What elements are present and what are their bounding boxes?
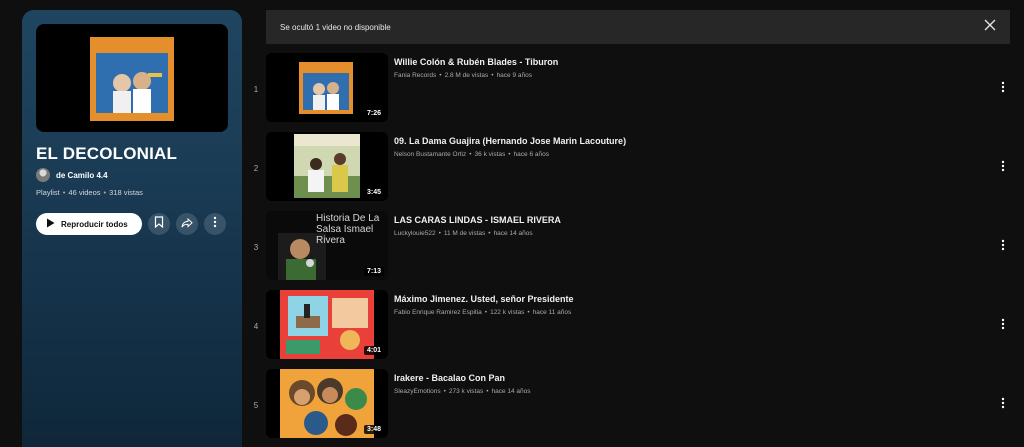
playlist-video-list: 1 7:26 Willie Colón & Rubén Blades - Tib… — [246, 53, 1016, 447]
playlist-owner[interactable]: de Camilo 4.4 — [36, 168, 108, 182]
channel-name[interactable]: Fabio Enrique Ramirez Espitia — [394, 309, 482, 316]
more-vertical-icon — [1001, 396, 1005, 414]
more-vertical-icon — [1001, 238, 1005, 256]
video-index: 2 — [253, 164, 259, 173]
upload-age: hace 14 años — [491, 388, 531, 395]
save-playlist-button[interactable] — [147, 213, 170, 235]
hidden-video-notice: Se ocultó 1 video no disponible — [266, 10, 1010, 44]
notice-text: Se ocultó 1 video no disponible — [280, 22, 391, 32]
video-index: 3 — [253, 243, 259, 252]
video-duration: 4:01 — [363, 346, 384, 355]
separator-dot: • — [508, 151, 511, 158]
video-title[interactable]: Irakere - Bacalao Con Pan — [394, 372, 974, 384]
video-meta: Fania Records • 2.8 M de vistas • hace 9… — [394, 72, 974, 79]
album-cover-art — [90, 37, 174, 121]
separator-dot: • — [491, 72, 494, 79]
play-all-label: Reproducir todos — [61, 219, 128, 229]
view-count: 122 k vistas — [490, 309, 525, 316]
video-duration: 7:26 — [363, 109, 384, 118]
video-menu-button[interactable] — [996, 397, 1010, 413]
play-all-button[interactable]: Reproducir todos — [36, 213, 142, 235]
playlist-actions: Reproducir todos — [36, 213, 226, 235]
playlist-type: Playlist — [36, 188, 60, 197]
more-vertical-icon — [1001, 80, 1005, 98]
upload-age: hace 11 años — [532, 309, 572, 316]
separator-dot: • — [527, 309, 530, 316]
video-thumbnail[interactable]: Historia De La Salsa Ismael Rivera 7:13 — [266, 211, 388, 280]
video-info: LAS CARAS LINDAS - ISMAEL RIVERA Luckylo… — [394, 211, 974, 237]
video-menu-button[interactable] — [996, 160, 1010, 176]
video-title[interactable]: 09. La Dama Guajira (Hernando Jose Marin… — [394, 135, 974, 147]
video-duration: 3:45 — [363, 188, 384, 197]
video-menu-button[interactable] — [996, 318, 1010, 334]
video-info: Máximo Jimenez. Usted, señor Presidente … — [394, 290, 974, 316]
playlist-thumbnail[interactable] — [36, 24, 228, 132]
more-vertical-icon — [213, 215, 217, 233]
playlist-header-panel: EL DECOLONIAL de Camilo 4.4 Playlist • 4… — [22, 10, 242, 447]
video-title[interactable]: LAS CARAS LINDAS - ISMAEL RIVERA — [394, 214, 974, 226]
separator-dot: • — [486, 388, 489, 395]
video-index: 1 — [253, 85, 259, 94]
share-playlist-button[interactable] — [175, 213, 198, 235]
video-menu-button[interactable] — [996, 239, 1010, 255]
video-index: 4 — [253, 322, 259, 331]
playlist-video-item[interactable]: 3 Historia De La Salsa Ismael Rivera 7:1… — [246, 211, 1016, 290]
video-info: Willie Colón & Rubén Blades - Tiburon Fa… — [394, 53, 974, 79]
channel-name[interactable]: Nelson Bustamante Ortiz — [394, 151, 466, 158]
playlist-video-item[interactable]: 5 3:48 Irakere - Bacalao Con Pan SleazyE… — [246, 369, 1016, 447]
view-count: 2.8 M de vistas — [444, 72, 489, 79]
video-menu-button[interactable] — [996, 81, 1010, 97]
video-thumbnail[interactable]: 4:01 — [266, 290, 388, 359]
video-duration: 7:13 — [363, 267, 384, 276]
video-index: 5 — [253, 401, 259, 410]
bookmark-icon — [154, 215, 164, 233]
view-count: 36 k vistas — [474, 151, 506, 158]
close-notice-button[interactable] — [982, 19, 998, 35]
video-thumbnail[interactable]: 7:26 — [266, 53, 388, 122]
video-meta: Fabio Enrique Ramirez Espitia • 122 k vi… — [394, 309, 974, 316]
playlist-meta: Playlist • 46 videos • 318 vistas — [36, 188, 143, 197]
upload-age: hace 14 años — [493, 230, 533, 237]
playlist-view-count: 318 vistas — [109, 188, 143, 197]
more-actions-button[interactable] — [203, 213, 226, 235]
separator-dot: • — [438, 230, 441, 237]
share-icon — [181, 215, 193, 233]
video-meta: Luckylouie522 • 11 M de vistas • hace 14… — [394, 230, 974, 237]
separator-dot: • — [469, 151, 472, 158]
playlist-video-item[interactable]: 4 4:01 Máximo Jimenez. Usted, señor Pres… — [246, 290, 1016, 369]
channel-name[interactable]: Luckylouie522 — [394, 230, 436, 237]
video-duration: 3:48 — [363, 425, 384, 434]
upload-age: hace 6 años — [513, 151, 549, 158]
video-title[interactable]: Máximo Jimenez. Usted, señor Presidente — [394, 293, 974, 305]
thumbnail-text: Historia De La Salsa Ismael Rivera — [316, 213, 380, 246]
separator-dot: • — [443, 388, 446, 395]
video-title[interactable]: Willie Colón & Rubén Blades - Tiburon — [394, 56, 974, 68]
owner-name[interactable]: de Camilo 4.4 — [56, 171, 108, 180]
channel-name[interactable]: SleazyEmotions — [394, 388, 441, 395]
play-icon — [46, 218, 55, 230]
separator-dot: • — [103, 188, 107, 197]
close-icon — [984, 18, 996, 36]
video-thumbnail[interactable]: 3:48 — [266, 369, 388, 438]
separator-dot: • — [439, 72, 442, 79]
separator-dot: • — [484, 309, 488, 316]
video-info: 09. La Dama Guajira (Hernando Jose Marin… — [394, 132, 974, 158]
video-info: Irakere - Bacalao Con Pan SleazyEmotions… — [394, 369, 974, 395]
more-vertical-icon — [1001, 159, 1005, 177]
upload-age: hace 9 años — [496, 72, 532, 79]
playlist-title: EL DECOLONIAL — [36, 144, 178, 163]
view-count: 273 k vistas — [448, 388, 484, 395]
playlist-video-item[interactable]: 2 3:45 09. La Dama Guajira (Hernando Jos… — [246, 132, 1016, 211]
separator-dot: • — [488, 230, 491, 237]
video-meta: Nelson Bustamante Ortiz • 36 k vistas • … — [394, 151, 974, 158]
playlist-video-count: 46 videos — [68, 188, 101, 197]
avatar[interactable] — [36, 168, 50, 182]
playlist-video-item[interactable]: 1 7:26 Willie Colón & Rubén Blades - Tib… — [246, 53, 1016, 132]
more-vertical-icon — [1001, 317, 1005, 335]
view-count: 11 M de vistas — [443, 230, 486, 237]
video-thumbnail[interactable]: 3:45 — [266, 132, 388, 201]
channel-name[interactable]: Fania Records — [394, 72, 436, 79]
separator-dot: • — [62, 188, 66, 197]
video-meta: SleazyEmotions • 273 k vistas • hace 14 … — [394, 388, 974, 395]
